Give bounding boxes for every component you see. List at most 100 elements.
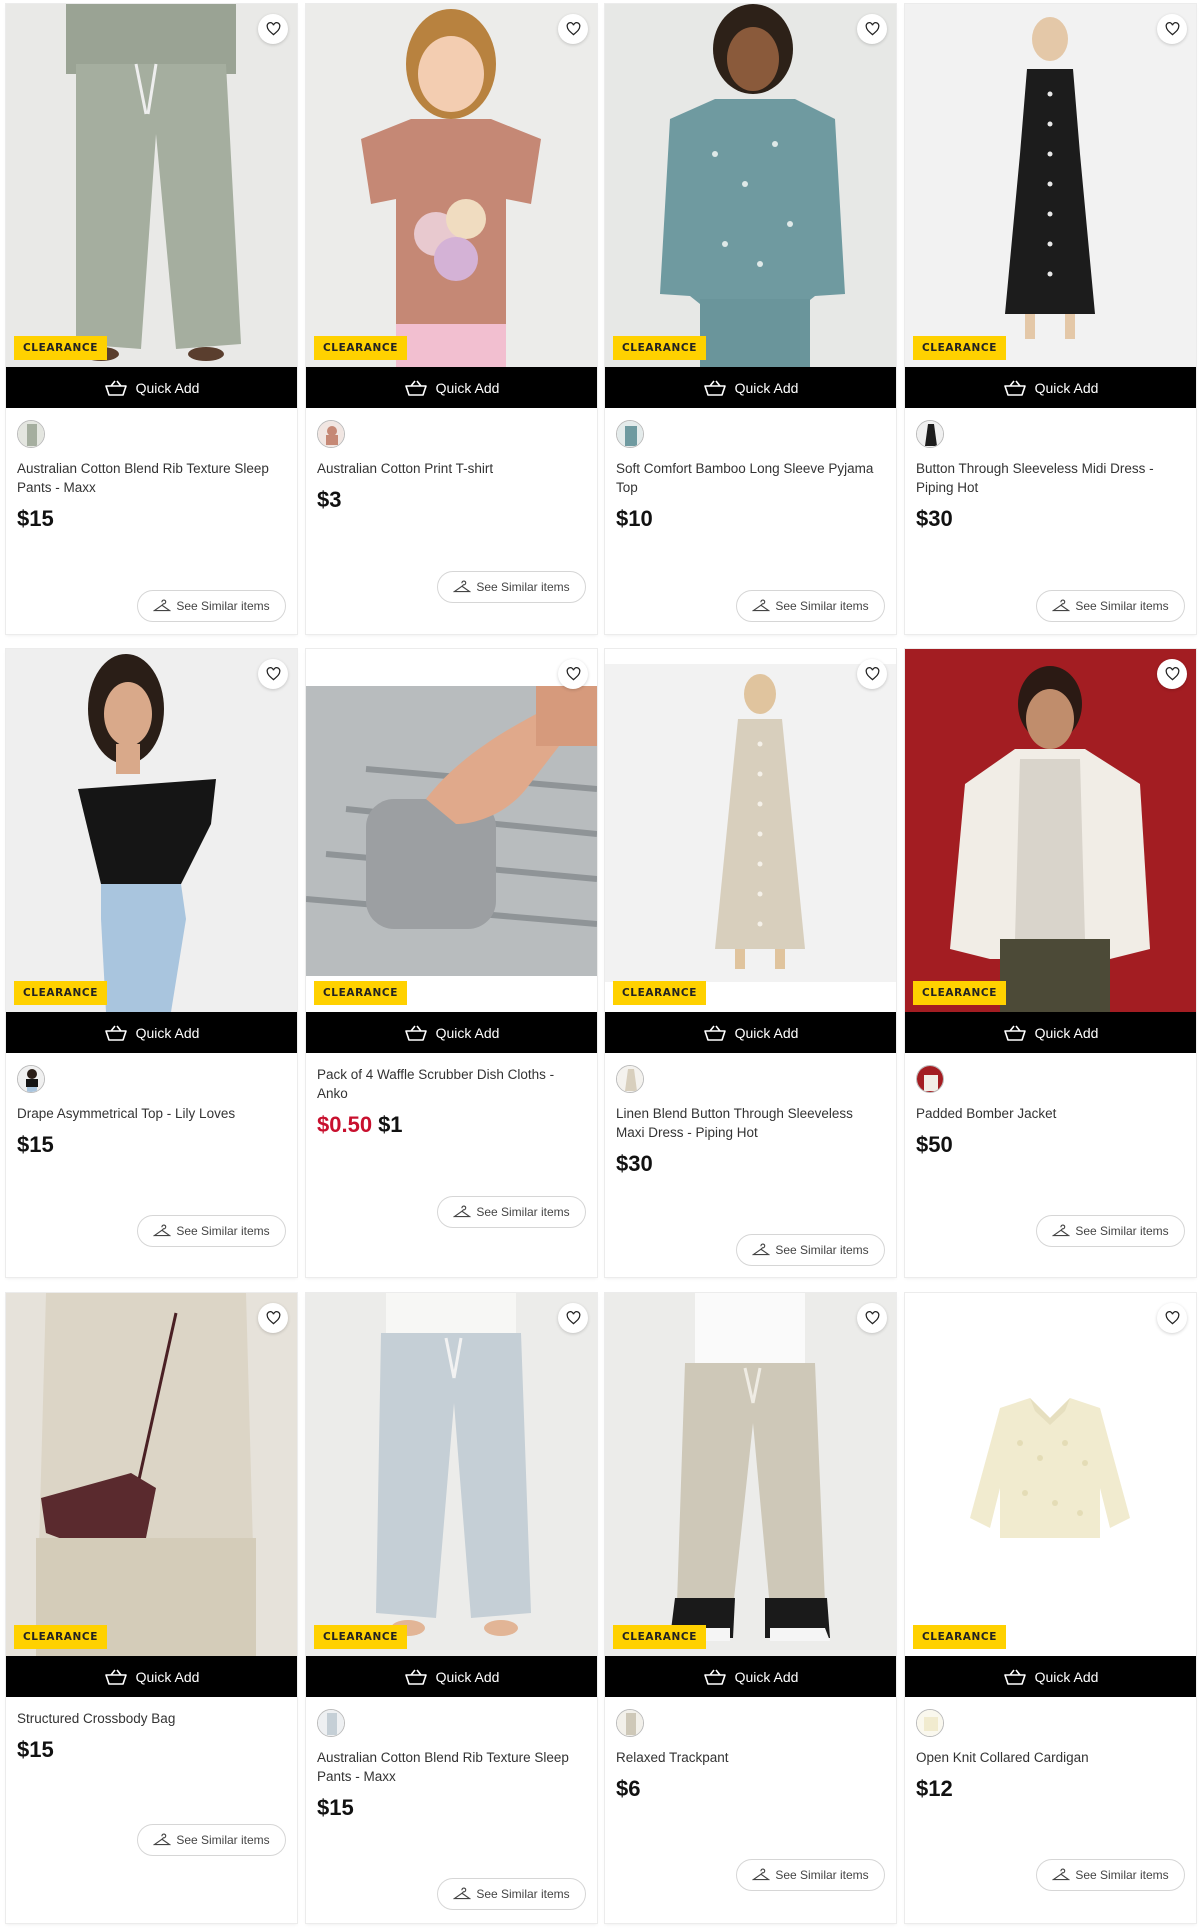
product-title[interactable]: Australian Cotton Blend Rib Texture Slee… xyxy=(17,459,286,497)
colour-swatch[interactable] xyxy=(616,420,644,448)
hanger-icon xyxy=(153,1833,172,1846)
wishlist-heart-icon[interactable] xyxy=(857,14,887,44)
wishlist-heart-icon[interactable] xyxy=(558,1303,588,1333)
basket-icon xyxy=(1003,380,1026,396)
product-title[interactable]: Button Through Sleeveless Midi Dress - P… xyxy=(916,459,1185,497)
product-card[interactable]: CLEARANCE Quick Add Australian Cotton Bl… xyxy=(6,4,297,634)
product-title[interactable]: Soft Comfort Bamboo Long Sleeve Pyjama T… xyxy=(616,459,885,497)
quick-add-button[interactable]: Quick Add xyxy=(905,367,1196,408)
product-title[interactable]: Open Knit Collared Cardigan xyxy=(916,1748,1185,1767)
price-current: $30 xyxy=(916,506,953,531)
see-similar-button[interactable]: See Similar items xyxy=(137,1824,286,1856)
product-image[interactable]: CLEARANCE xyxy=(6,4,297,367)
colour-swatch[interactable] xyxy=(616,1709,644,1737)
quick-add-button[interactable]: Quick Add xyxy=(306,367,597,408)
product-card[interactable]: CLEARANCE Quick Add Linen Blend Button T… xyxy=(605,649,896,1277)
quick-add-button[interactable]: Quick Add xyxy=(905,1656,1196,1697)
wishlist-heart-icon[interactable] xyxy=(558,659,588,689)
product-title[interactable]: Padded Bomber Jacket xyxy=(916,1104,1185,1123)
product-title[interactable]: Australian Cotton Blend Rib Texture Slee… xyxy=(317,1748,586,1786)
product-image[interactable]: CLEARANCE xyxy=(306,4,597,367)
quick-add-button[interactable]: Quick Add xyxy=(306,1656,597,1697)
quick-add-button[interactable]: Quick Add xyxy=(6,1656,297,1697)
product-image[interactable]: CLEARANCE xyxy=(905,649,1196,1012)
see-similar-button[interactable]: See Similar items xyxy=(1036,1859,1185,1891)
quick-add-button[interactable]: Quick Add xyxy=(605,1656,896,1697)
quick-add-button[interactable]: Quick Add xyxy=(605,367,896,408)
see-similar-button[interactable]: See Similar items xyxy=(437,571,586,603)
colour-swatch[interactable] xyxy=(317,1709,345,1737)
product-card[interactable]: CLEARANCE Quick Add Australian Cotton Bl… xyxy=(306,1293,597,1923)
price-current: $10 xyxy=(616,506,653,531)
colour-swatch[interactable] xyxy=(317,420,345,448)
see-similar-label: See Similar items xyxy=(476,1205,570,1219)
wishlist-heart-icon[interactable] xyxy=(558,14,588,44)
product-card[interactable]: CLEARANCE Quick Add Relaxed Trackpant $6… xyxy=(605,1293,896,1923)
colour-swatch[interactable] xyxy=(17,420,45,448)
product-image[interactable]: CLEARANCE xyxy=(6,1293,297,1656)
product-card[interactable]: CLEARANCE Quick Add Drape Asymmetrical T… xyxy=(6,649,297,1277)
quick-add-label: Quick Add xyxy=(135,1668,200,1685)
product-card[interactable]: CLEARANCE Quick Add Structured Crossbody… xyxy=(6,1293,297,1923)
see-similar-button[interactable]: See Similar items xyxy=(1036,590,1185,622)
quick-add-button[interactable]: Quick Add xyxy=(605,1012,896,1053)
colour-swatch[interactable] xyxy=(916,1065,944,1093)
product-image[interactable]: CLEARANCE xyxy=(6,649,297,1012)
product-card[interactable]: CLEARANCE Quick Add Padded Bomber Jacket… xyxy=(905,649,1196,1277)
product-title[interactable]: Pack of 4 Waffle Scrubber Dish Cloths - … xyxy=(317,1065,586,1103)
quick-add-button[interactable]: Quick Add xyxy=(6,1012,297,1053)
product-image[interactable]: CLEARANCE xyxy=(605,649,896,1012)
product-card[interactable]: CLEARANCE Quick Add Australian Cotton Pr… xyxy=(306,4,597,634)
product-title[interactable]: Structured Crossbody Bag xyxy=(17,1709,286,1728)
wishlist-heart-icon[interactable] xyxy=(1157,14,1187,44)
wishlist-heart-icon[interactable] xyxy=(258,659,288,689)
product-photo xyxy=(605,649,896,1012)
product-image[interactable]: CLEARANCE xyxy=(605,4,896,367)
product-image[interactable]: CLEARANCE xyxy=(306,649,597,1012)
basket-icon xyxy=(1003,1025,1026,1041)
wishlist-heart-icon[interactable] xyxy=(1157,659,1187,689)
product-card[interactable]: CLEARANCE Quick Add Soft Comfort Bamboo … xyxy=(605,4,896,634)
product-image[interactable]: CLEARANCE xyxy=(605,1293,896,1656)
see-similar-button[interactable]: See Similar items xyxy=(437,1878,586,1910)
product-card[interactable]: CLEARANCE Quick Add Pack of 4 Waffle Scr… xyxy=(306,649,597,1277)
see-similar-label: See Similar items xyxy=(176,599,270,613)
see-similar-button[interactable]: See Similar items xyxy=(137,590,286,622)
quick-add-button[interactable]: Quick Add xyxy=(6,367,297,408)
product-photo xyxy=(605,4,896,367)
see-similar-button[interactable]: See Similar items xyxy=(736,1859,885,1891)
colour-swatch[interactable] xyxy=(17,1065,45,1093)
wishlist-heart-icon[interactable] xyxy=(258,14,288,44)
see-similar-label: See Similar items xyxy=(775,1868,869,1882)
quick-add-label: Quick Add xyxy=(1034,379,1099,396)
colour-swatch[interactable] xyxy=(616,1065,644,1093)
see-similar-button[interactable]: See Similar items xyxy=(1036,1215,1185,1247)
product-image[interactable]: CLEARANCE xyxy=(905,1293,1196,1656)
product-photo xyxy=(306,1293,597,1656)
product-image[interactable]: CLEARANCE xyxy=(306,1293,597,1656)
price-sale: $0.50 xyxy=(317,1112,373,1137)
product-card[interactable]: CLEARANCE Quick Add Button Through Sleev… xyxy=(905,4,1196,634)
colour-swatch[interactable] xyxy=(916,420,944,448)
wishlist-heart-icon[interactable] xyxy=(857,659,887,689)
product-image[interactable]: CLEARANCE xyxy=(905,4,1196,367)
wishlist-heart-icon[interactable] xyxy=(1157,1303,1187,1333)
product-title[interactable]: Relaxed Trackpant xyxy=(616,1748,885,1767)
quick-add-button[interactable]: Quick Add xyxy=(306,1012,597,1053)
wishlist-heart-icon[interactable] xyxy=(857,1303,887,1333)
see-similar-button[interactable]: See Similar items xyxy=(437,1196,586,1228)
basket-icon xyxy=(404,1025,427,1041)
clearance-badge: CLEARANCE xyxy=(14,981,107,1005)
basket-icon xyxy=(703,1025,726,1041)
price-current: $15 xyxy=(317,1795,354,1820)
see-similar-button[interactable]: See Similar items xyxy=(736,590,885,622)
wishlist-heart-icon[interactable] xyxy=(258,1303,288,1333)
colour-swatch[interactable] xyxy=(916,1709,944,1737)
see-similar-button[interactable]: See Similar items xyxy=(137,1215,286,1247)
product-title[interactable]: Drape Asymmetrical Top - Lily Loves xyxy=(17,1104,286,1123)
product-title[interactable]: Australian Cotton Print T-shirt xyxy=(317,459,586,478)
quick-add-button[interactable]: Quick Add xyxy=(905,1012,1196,1053)
product-card[interactable]: CLEARANCE Quick Add Open Knit Collared C… xyxy=(905,1293,1196,1923)
see-similar-button[interactable]: See Similar items xyxy=(736,1234,885,1266)
product-title[interactable]: Linen Blend Button Through Sleeveless Ma… xyxy=(616,1104,885,1142)
